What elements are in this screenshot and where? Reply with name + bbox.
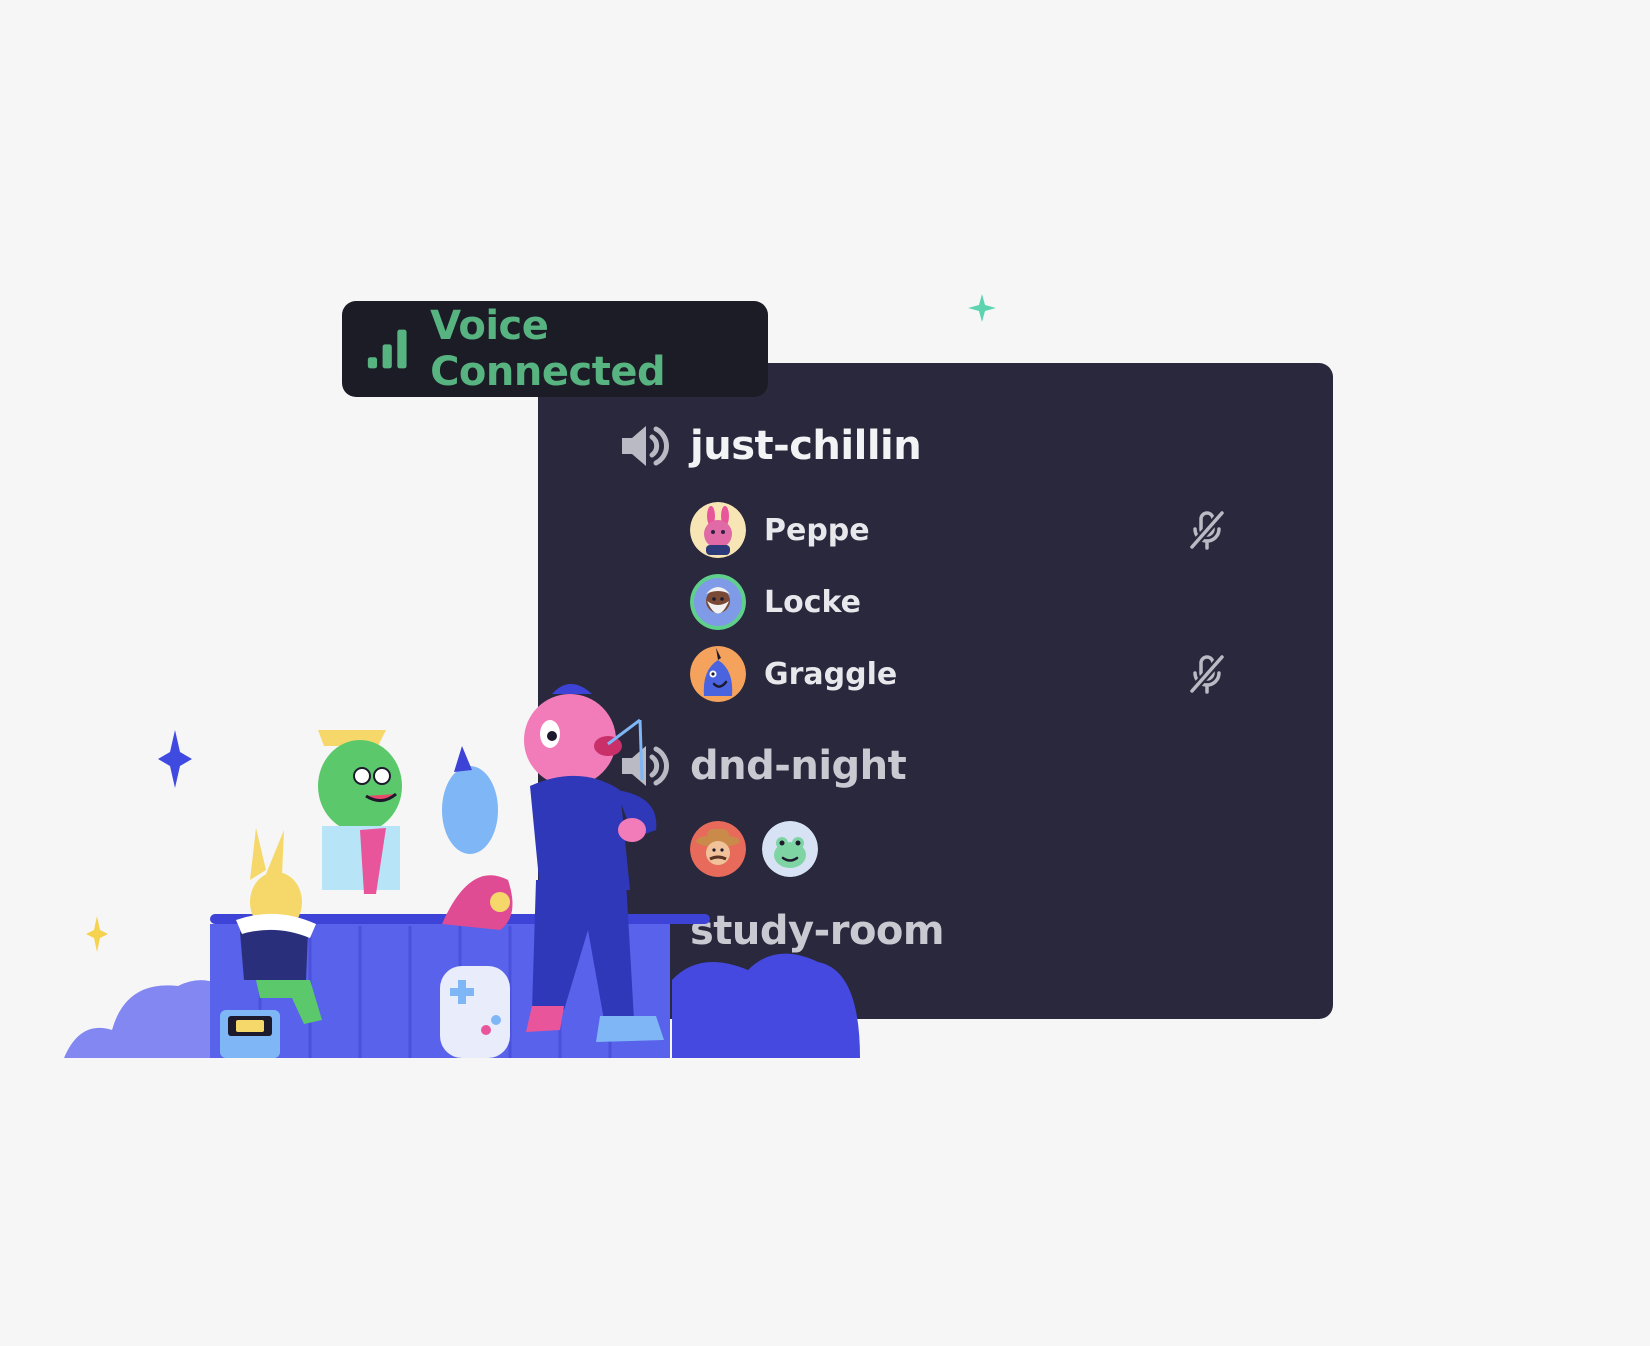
speaker-icon bbox=[622, 426, 670, 466]
voice-connected-label: Voice Connected bbox=[430, 303, 666, 395]
voice-connected-badge[interactable]: Voice Connected bbox=[342, 301, 768, 397]
channel-just-chillin[interactable]: just-chillin bbox=[618, 420, 922, 472]
mic-muted-icon bbox=[1189, 510, 1225, 550]
voice-member-locke[interactable]: Locke bbox=[690, 574, 1230, 630]
voice-member-peppe[interactable]: Peppe bbox=[690, 502, 1230, 558]
avatar-bearded-man-icon bbox=[690, 574, 746, 630]
mic-muted-icon bbox=[1189, 654, 1225, 694]
avatar-pink-bunny-icon bbox=[690, 502, 746, 558]
signal-strength-icon bbox=[367, 329, 407, 369]
member-name: Locke bbox=[764, 584, 862, 620]
channel-name: just-chillin bbox=[690, 423, 922, 469]
characters-hanging-out-illustration bbox=[64, 684, 860, 1058]
sparkle-teal-icon bbox=[968, 294, 996, 322]
member-name: Peppe bbox=[764, 512, 870, 548]
